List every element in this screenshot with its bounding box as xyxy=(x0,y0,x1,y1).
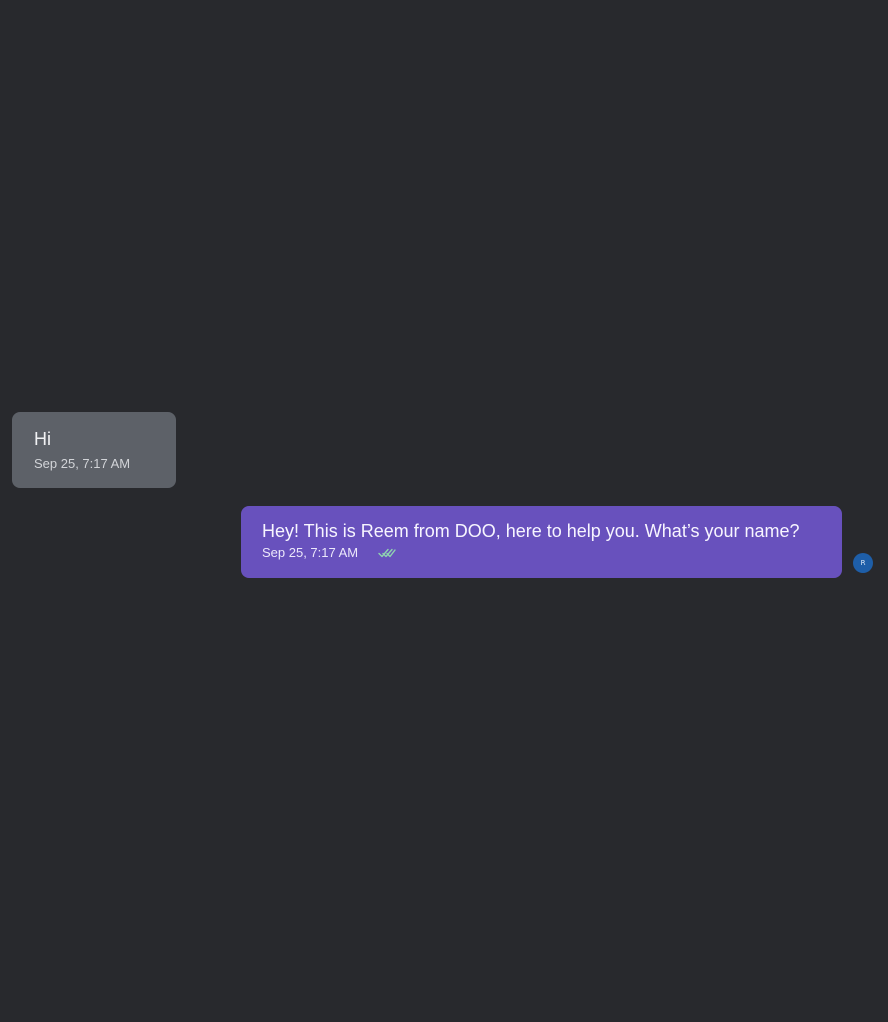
message-timestamp: Sep 25, 7:17 AM xyxy=(34,456,131,471)
avatar[interactable]: R xyxy=(853,553,873,573)
message-text: Hey! This is Reem from DOO, here to help… xyxy=(262,521,800,541)
message-meta: Sep 25, 7:17 AM xyxy=(262,545,822,561)
message-text: Hi xyxy=(34,429,51,449)
message-timestamp: Sep 25, 7:17 AM xyxy=(262,545,359,560)
double-check-icon xyxy=(378,547,396,559)
incoming-message-bubble: Hi Sep 25, 7:17 AM xyxy=(12,412,176,488)
outgoing-message-bubble: Hey! This is Reem from DOO, here to help… xyxy=(241,506,842,578)
chat-message-list: Hi Sep 25, 7:17 AM Hey! This is Reem fro… xyxy=(0,0,888,1022)
